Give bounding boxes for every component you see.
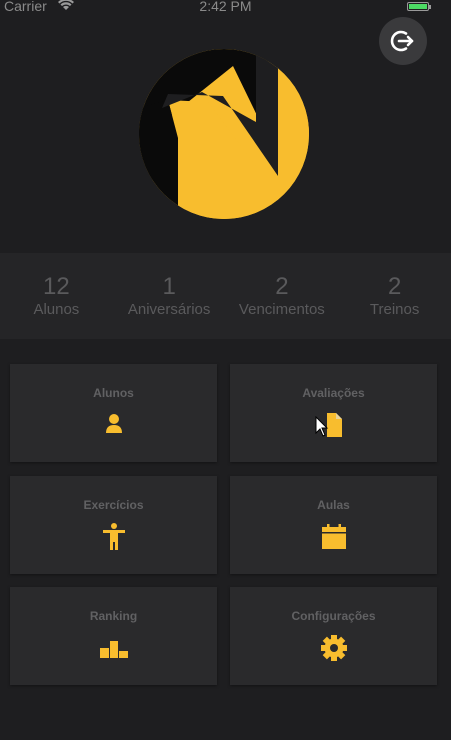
brand-logo [138, 48, 310, 220]
stat-label: Aniversários [127, 301, 211, 318]
logout-button[interactable] [379, 17, 427, 65]
stat-value: 12 [43, 273, 70, 300]
tile-label: Alunos [93, 386, 134, 400]
stat-label: Alunos [33, 301, 80, 318]
stat-label: Vencimentos [238, 301, 325, 318]
stats-bar: 12 Alunos 1 Aniversários 2 Vencimentos 2… [0, 253, 451, 339]
gear-icon [320, 635, 347, 661]
person-icon [105, 414, 122, 433]
clock-time: 2:42 PM [199, 0, 252, 14]
tile-label: Ranking [89, 609, 138, 623]
menu-tile-aulas[interactable]: Aulas [230, 476, 437, 574]
stat-label: Treinos [369, 301, 420, 318]
menu-tile-avaliacoes[interactable]: Avaliações [230, 364, 437, 462]
mouse-cursor-icon [315, 416, 329, 437]
accessibility-icon [102, 523, 125, 550]
menu-tile-ranking[interactable]: Ranking [10, 587, 217, 685]
menu-tile-configuracoes[interactable]: Configurações [230, 587, 437, 685]
stat-alunos[interactable]: 12 Alunos [0, 253, 113, 339]
menu-tile-exercicios[interactable]: Exercícios [10, 476, 217, 574]
stat-vencimentos[interactable]: 2 Vencimentos [226, 253, 339, 339]
tile-label: Configurações [291, 609, 376, 623]
stat-value: 1 [162, 273, 176, 300]
tile-label: Exercícios [83, 498, 144, 512]
stat-value: 2 [387, 273, 402, 300]
calendar-icon [321, 524, 346, 549]
status-bar: Carrier 2:42 PM [0, 0, 451, 16]
tile-label: Avaliações [302, 386, 365, 400]
battery-icon [407, 2, 431, 11]
logout-icon [390, 30, 414, 52]
stat-treinos[interactable]: 2 Treinos [338, 253, 451, 339]
stat-aniversarios[interactable]: 1 Aniversários [113, 253, 226, 339]
podium-icon [99, 641, 128, 658]
stat-value: 2 [275, 273, 289, 300]
tile-label: Aulas [317, 498, 350, 512]
menu-tile-alunos[interactable]: Alunos [10, 364, 217, 462]
